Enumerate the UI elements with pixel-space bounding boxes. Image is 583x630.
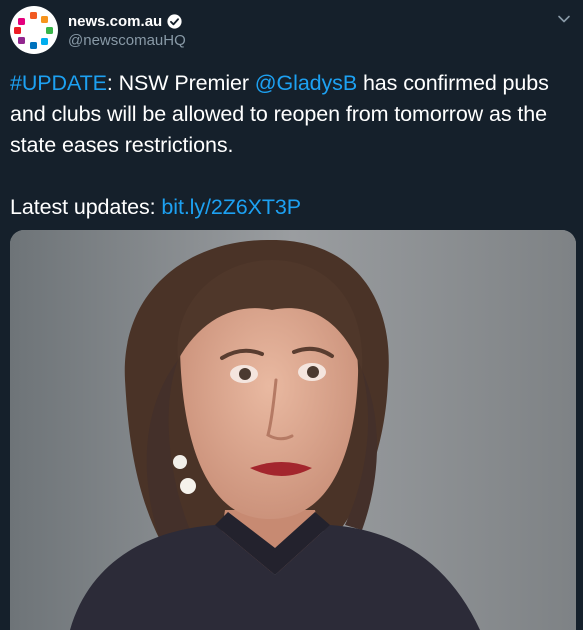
mention-link[interactable]: @GladysB (255, 71, 357, 95)
tweet-card[interactable]: news.com.au @newscomauHQ #UPDATE: NSW Pr… (0, 0, 583, 630)
avatar[interactable] (10, 6, 58, 54)
verified-badge-icon (166, 13, 183, 30)
link-lead-text: Latest updates: (10, 195, 162, 219)
account-handle[interactable]: @newscomauHQ (68, 32, 186, 49)
portrait-photo (10, 230, 576, 630)
tweet-body: #UPDATE: NSW Premier @GladysB has confir… (10, 68, 575, 161)
tweet-text-part: : NSW Premier (106, 71, 255, 95)
chevron-down-icon[interactable] (555, 10, 573, 28)
account-names: news.com.au @newscomauHQ (68, 13, 186, 49)
url-link[interactable]: bit.ly/2Z6XT3P (161, 195, 301, 219)
tweet-header: news.com.au @newscomauHQ (10, 6, 186, 54)
tweet-text: #UPDATE: NSW Premier @GladysB has confir… (10, 68, 575, 223)
tweet-photo[interactable] (10, 230, 576, 630)
display-name[interactable]: news.com.au (68, 13, 162, 30)
newscomau-logo-icon (14, 12, 53, 49)
hashtag-link[interactable]: #UPDATE (10, 71, 107, 95)
tweet-link-line: Latest updates: bit.ly/2Z6XT3P (10, 192, 575, 223)
